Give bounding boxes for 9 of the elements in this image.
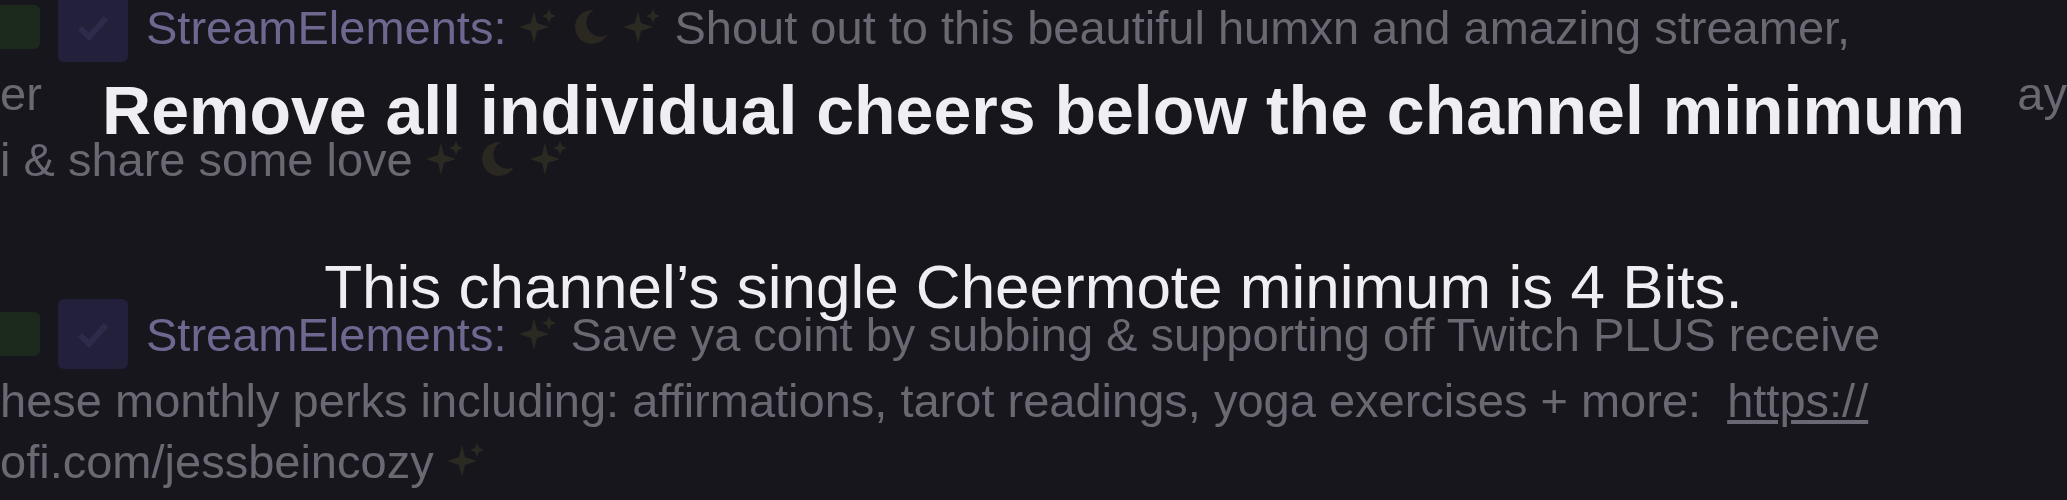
verified-badge-icon bbox=[58, 0, 128, 62]
username[interactable]: StreamElements: bbox=[146, 0, 507, 55]
chat-text: ofi.com/jessbeincozy bbox=[0, 433, 434, 489]
chat-text: ay bbox=[2017, 65, 2067, 121]
chat-text: hese monthly perks including: affirmations, tarot readings, yoga exercises + more: bbox=[0, 372, 1702, 428]
chat-link[interactable]: https:// bbox=[1727, 372, 1869, 428]
chat-text: Shout out to this beautiful humxn and amazing streamer, bbox=[674, 0, 1851, 55]
verified-badge-icon bbox=[58, 299, 128, 369]
chat-text: er bbox=[0, 65, 42, 121]
